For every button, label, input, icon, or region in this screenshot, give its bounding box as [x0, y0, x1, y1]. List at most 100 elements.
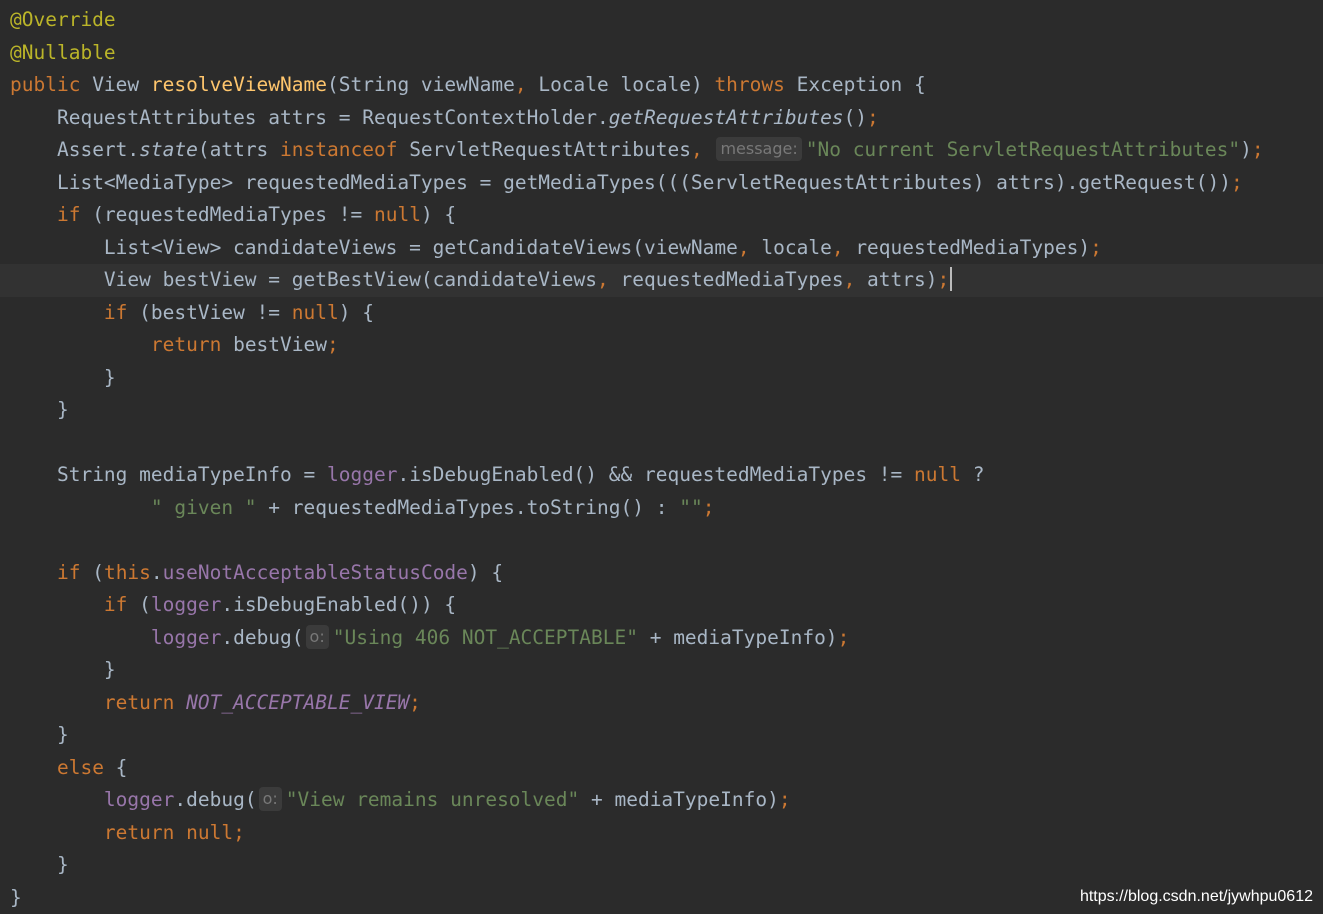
code-token: (attrs: [197, 138, 281, 161]
code-line[interactable]: }: [0, 394, 1323, 427]
code-token: ?: [972, 463, 985, 486]
code-token: ;: [1251, 138, 1264, 161]
code-token: ,: [737, 235, 762, 259]
code-line[interactable]: List<MediaType> requestedMediaTypes = ge…: [0, 167, 1323, 200]
code-token: getRequestAttributes: [608, 105, 844, 129]
code-token: {: [115, 755, 128, 779]
code-line[interactable]: if (requestedMediaTypes != null) {: [0, 199, 1323, 232]
code-line[interactable]: public View resolveViewName(String viewN…: [0, 69, 1323, 102]
code-line[interactable]: if (bestView != null) {: [0, 297, 1323, 330]
code-line[interactable]: if (this.useNotAcceptableStatusCode) {: [0, 557, 1323, 590]
code-token: ;: [837, 625, 850, 649]
code-token: ) {: [338, 300, 374, 324]
code-token: }: [10, 885, 22, 909]
code-token: ,: [597, 268, 621, 291]
code-token: RequestAttributes attrs = RequestContext…: [56, 105, 609, 129]
code-token: String mediaTypeInfo =: [56, 463, 327, 486]
code-token: ;: [409, 690, 421, 714]
code-line[interactable]: RequestAttributes attrs = RequestContext…: [0, 102, 1323, 135]
code-token: null: [373, 203, 421, 226]
code-line[interactable]: else {: [0, 752, 1323, 785]
code-line[interactable]: }: [0, 849, 1323, 882]
code-line[interactable]: if (logger.isDebugEnabled()) {: [0, 589, 1323, 622]
code-token: List<MediaType> requestedMediaTypes = ge…: [56, 170, 1231, 194]
code-token: locale: [761, 235, 832, 259]
code-line[interactable]: return null;: [0, 817, 1323, 850]
code-token: Assert.: [56, 138, 140, 161]
code-token: (): [843, 105, 868, 129]
code-line[interactable]: return NOT_ACCEPTABLE_VIEW;: [0, 687, 1323, 720]
code-token: state: [139, 138, 198, 161]
code-line[interactable]: }: [0, 362, 1323, 395]
code-token: this: [103, 560, 151, 584]
parameter-hint: message:: [716, 137, 802, 161]
code-line[interactable]: List<View> candidateViews = getCandidate…: [0, 232, 1323, 265]
code-token: "Using 406 NOT_ACCEPTABLE": [332, 625, 638, 649]
code-line[interactable]: return bestView;: [0, 329, 1323, 362]
code-line[interactable]: logger.debug(o: "View remains unresolved"…: [0, 784, 1323, 817]
code-token: View bestView = getBestView(candidateVie…: [103, 268, 598, 291]
code-line[interactable]: @Nullable: [0, 37, 1323, 70]
code-line[interactable]: }: [0, 654, 1323, 687]
code-token: ;: [778, 788, 791, 811]
code-token: }: [56, 723, 69, 746]
code-token: requestedMediaTypes): [855, 235, 1091, 259]
code-token: + requestedMediaTypes.toString() :: [256, 495, 680, 519]
code-line[interactable]: @Override: [0, 4, 1323, 37]
code-token: (: [139, 593, 151, 616]
code-token: }: [56, 398, 69, 421]
code-editor[interactable]: @Override @Nullable public View resolveVie…: [0, 4, 1323, 914]
code-token: ;: [233, 820, 245, 844]
code-line[interactable]: [0, 524, 1323, 557]
code-token: @Override: [10, 8, 116, 31]
code-token: .debug(: [221, 625, 304, 649]
code-token: (requestedMediaTypes !=: [92, 203, 374, 226]
code-token: ;: [1090, 235, 1102, 259]
code-token: bestView: [233, 333, 327, 356]
code-token: return: [103, 690, 187, 714]
code-token: @Nullable: [10, 40, 116, 64]
code-token: requestedMediaTypes: [620, 268, 844, 291]
code-token: .isDebugEnabled()) {: [221, 593, 457, 616]
code-line[interactable]: " given " + requestedMediaTypes.toString…: [0, 492, 1323, 525]
code-token: null: [291, 300, 339, 324]
code-token: (bestView !=: [139, 300, 292, 324]
code-token: if: [103, 300, 140, 324]
code-token: List<View> candidateViews = getCandidate…: [103, 235, 738, 259]
code-token: if: [56, 560, 93, 584]
code-line[interactable]: String mediaTypeInfo = logger.isDebugEna…: [0, 459, 1323, 492]
current-code-line[interactable]: View bestView = getBestView(candidateVie…: [0, 264, 1323, 297]
parameter-hint: o:: [258, 787, 282, 811]
code-token: ,: [831, 235, 856, 259]
code-line[interactable]: [0, 427, 1323, 460]
code-line[interactable]: Assert.state(attrs instanceof ServletReq…: [0, 134, 1323, 167]
code-token: resolveViewName: [150, 73, 327, 96]
code-token: " given ": [150, 495, 257, 519]
code-token: useNotAcceptableStatusCode: [162, 560, 468, 584]
code-token: logger: [327, 463, 398, 486]
code-token: if: [56, 203, 93, 226]
parameter-hint: o:: [305, 624, 329, 649]
watermark: https://blog.csdn.net/jywhpu0612: [1079, 888, 1313, 905]
code-line[interactable]: logger.debug(o: "Using 406 NOT_ACCEPTABLE…: [0, 622, 1323, 655]
code-line[interactable]: }: [0, 719, 1323, 752]
code-token: Exception {: [796, 73, 926, 96]
code-token: instanceof: [280, 138, 410, 161]
code-token: + mediaTypeInfo): [579, 788, 779, 811]
code-token: .debug(: [174, 788, 257, 811]
